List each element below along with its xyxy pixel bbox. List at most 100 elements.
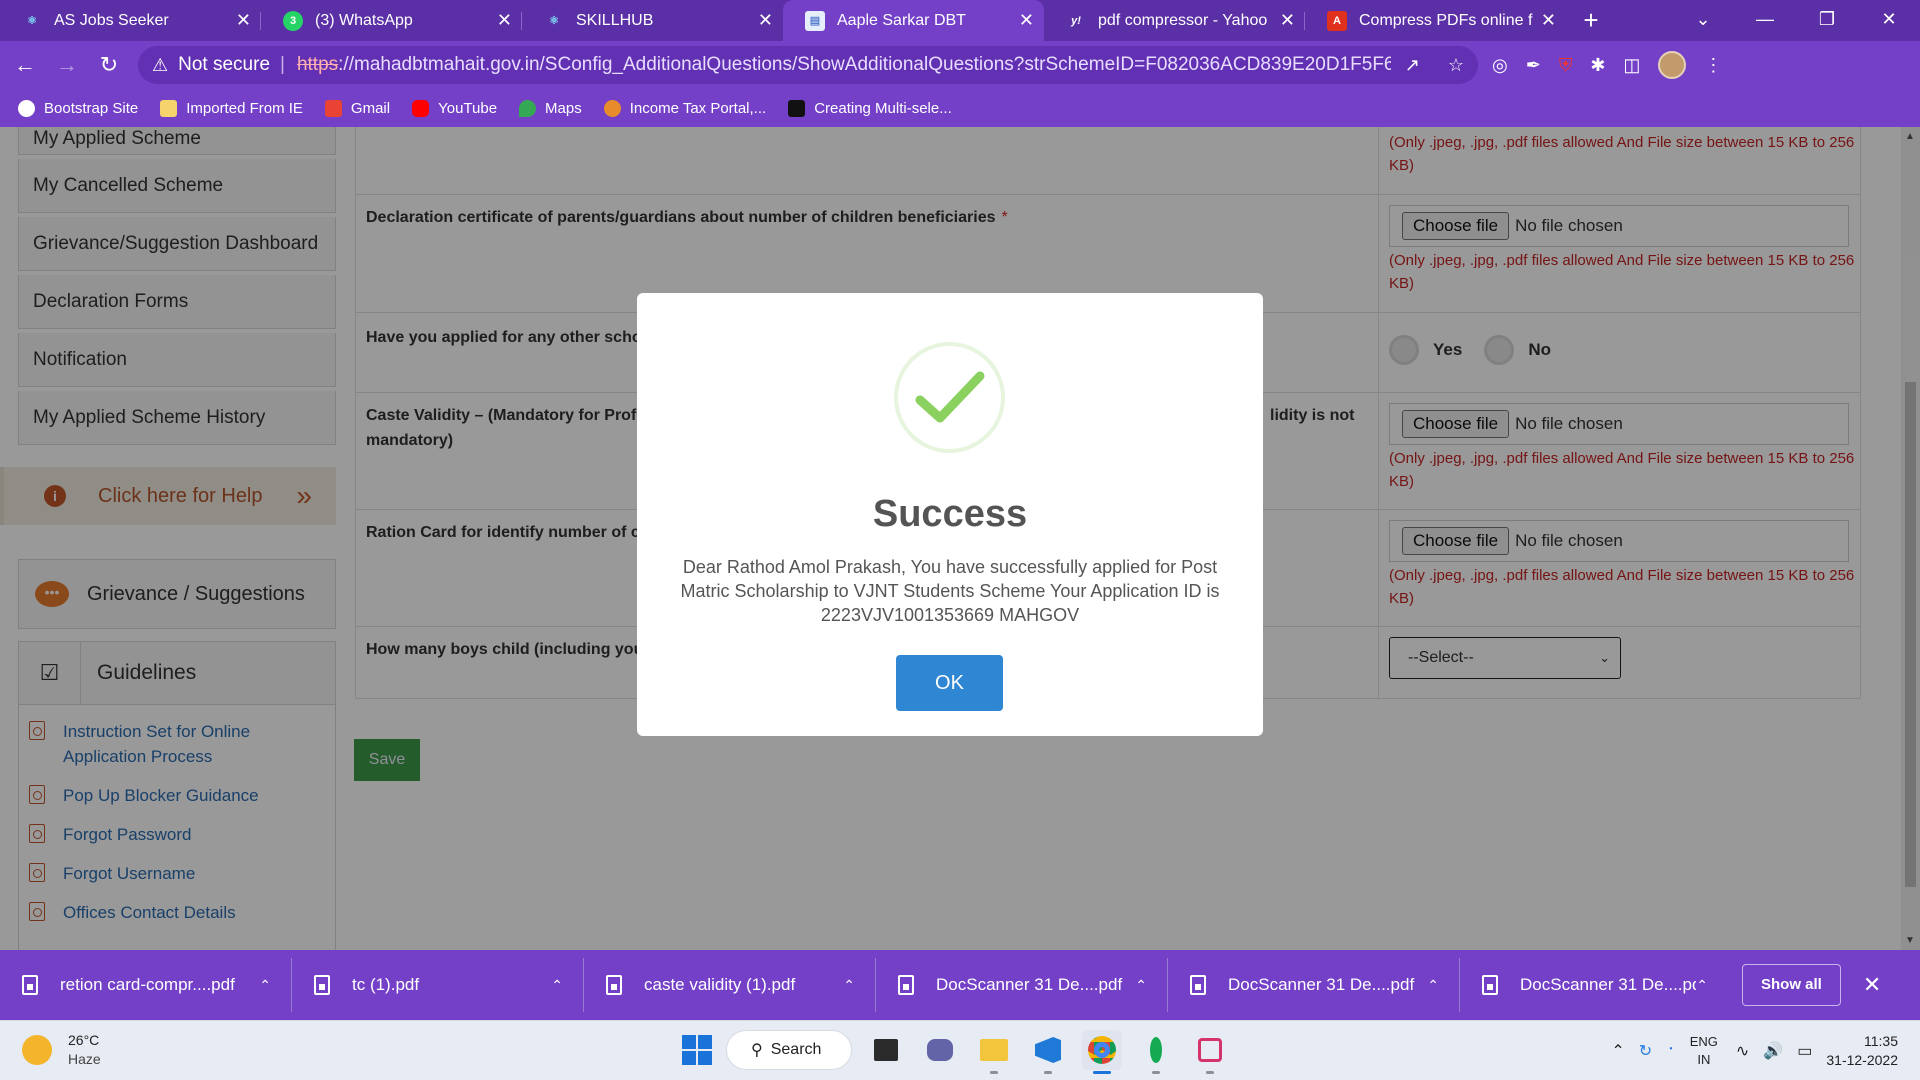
chevron-up-icon[interactable]: ⌃	[1427, 977, 1439, 994]
extensions-puzzle-icon[interactable]: ✱	[1590, 55, 1605, 76]
tab-skillhub[interactable]: ⚛ SKILLHUB ✕	[522, 0, 783, 41]
close-window-icon[interactable]: ✕	[1858, 0, 1920, 41]
extension-target-icon[interactable]: ◎	[1492, 55, 1508, 76]
download-item[interactable]: DocScanner 31 De....pdf ⌃	[876, 958, 1168, 1012]
teams-chat-icon[interactable]	[920, 1030, 960, 1070]
tab-as-jobs-seeker[interactable]: ⚛ AS Jobs Seeker ✕	[0, 0, 261, 41]
tab-search-icon[interactable]: ⌄	[1672, 0, 1734, 41]
tab-title: AS Jobs Seeker	[54, 11, 169, 29]
browser-tab-strip: ⚛ AS Jobs Seeker ✕ 3 (3) WhatsApp ✕ ⚛ SK…	[0, 0, 1920, 41]
extension-pen-icon[interactable]: ✒	[1526, 55, 1541, 76]
file-icon	[898, 975, 914, 995]
dialog-title: Success	[872, 493, 1028, 535]
file-icon	[22, 975, 38, 995]
bookmarks-bar: Bootstrap Site Imported From IE Gmail Yo…	[0, 89, 1920, 127]
sidepanel-icon[interactable]: ◫	[1623, 55, 1640, 76]
snipping-tool-icon[interactable]	[1190, 1030, 1230, 1074]
weather-widget[interactable]: 26°C Haze	[22, 1031, 101, 1069]
clock[interactable]: 11:35 31-12-2022	[1826, 1032, 1898, 1070]
omnibox[interactable]: ⚠ Not secure | https ://mahadbtmahait.go…	[138, 46, 1478, 84]
mongodb-compass-icon[interactable]	[1136, 1030, 1176, 1074]
close-tab-icon[interactable]: ✕	[758, 10, 773, 31]
bookmark-gmail[interactable]: Gmail	[324, 99, 390, 117]
show-all-button[interactable]: Show all	[1742, 964, 1841, 1006]
whatsapp-icon: 3	[283, 10, 303, 31]
search-icon: ⚲	[751, 1042, 763, 1059]
start-windows-icon[interactable]	[682, 1035, 712, 1065]
task-view-icon[interactable]	[866, 1030, 906, 1070]
react-icon: ⚛	[549, 15, 559, 27]
back-icon[interactable]: ←	[8, 52, 42, 78]
close-tab-icon[interactable]: ✕	[236, 10, 251, 31]
volume-icon[interactable]: 🔊	[1763, 1041, 1783, 1061]
weather-condition: Haze	[68, 1051, 101, 1067]
menu-kebab-icon[interactable]: ⋮	[1704, 55, 1722, 76]
download-item[interactable]: retion card-compr....pdf ⌃	[0, 958, 292, 1012]
close-downloads-icon[interactable]: ✕	[1863, 972, 1881, 998]
chevron-up-icon[interactable]: ⌃	[843, 977, 855, 994]
restore-icon[interactable]: ❐	[1796, 0, 1858, 41]
bookmark-youtube[interactable]: YouTube	[412, 99, 497, 117]
chevron-up-icon[interactable]: ⌃	[551, 977, 563, 994]
acrobat-icon: A	[1327, 10, 1347, 31]
security-label: Not secure	[178, 54, 271, 75]
file-icon	[314, 975, 330, 995]
extension-ublock-icon[interactable]: ⛨	[1559, 55, 1573, 76]
tab-compress-pdfs[interactable]: A Compress PDFs online for f ✕	[1305, 0, 1566, 41]
folder-icon	[160, 99, 178, 117]
bookmark-imported-from-ie[interactable]: Imported From IE	[160, 99, 303, 117]
weather-temperature: 26°C	[68, 1032, 100, 1048]
extensions-area: ◎ ✒ ⛨ ✱ ◫ ⋮	[1492, 51, 1722, 79]
bluetooth-icon[interactable]: ᛫	[1666, 1042, 1676, 1060]
file-icon	[606, 975, 622, 995]
clock-date: 31-12-2022	[1826, 1052, 1898, 1068]
taskbar-apps: ⚲ Search	[682, 1030, 1230, 1074]
chrome-icon[interactable]	[1082, 1030, 1122, 1074]
tab-yahoo-pdf-compressor[interactable]: y! pdf compressor - Yahoo Inc ✕	[1044, 0, 1305, 41]
sync-icon[interactable]: ↻	[1639, 1041, 1652, 1061]
language-indicator[interactable]: ENG IN	[1690, 1033, 1718, 1069]
battery-icon[interactable]: ▭	[1797, 1041, 1812, 1061]
window-controls: ⌄ — ❐ ✕	[1672, 0, 1920, 41]
new-tab-button[interactable]: +	[1566, 0, 1616, 41]
youtube-icon	[412, 99, 430, 117]
warning-icon: ⚠	[152, 54, 169, 75]
minimize-icon[interactable]: —	[1734, 0, 1796, 41]
windows-taskbar: 26°C Haze ⚲ Search ⌃ ↻ ᛫ ENG IN ∿ 🔊 ▭ 11:…	[0, 1020, 1920, 1080]
chevron-up-icon[interactable]: ⌃	[1611, 1041, 1624, 1061]
forward-icon[interactable]: →	[50, 52, 84, 78]
maps-icon	[519, 99, 537, 117]
file-icon	[1482, 975, 1498, 995]
vscode-icon[interactable]	[1028, 1030, 1068, 1074]
download-item[interactable]: caste validity (1).pdf ⌃	[584, 958, 876, 1012]
bookmark-creating-multi-select[interactable]: Creating Multi-sele...	[788, 99, 952, 117]
taskbar-search[interactable]: ⚲ Search	[726, 1030, 852, 1070]
chevron-up-icon[interactable]: ⌃	[1696, 977, 1708, 994]
close-tab-icon[interactable]: ✕	[1280, 10, 1295, 31]
download-item[interactable]: DocScanner 31 De....pdf ⌃	[1168, 958, 1460, 1012]
download-item[interactable]: DocScanner 31 De....pdf ⌃	[1460, 958, 1728, 1012]
close-tab-icon[interactable]: ✕	[1019, 10, 1034, 31]
url-text: ://mahadbtmahait.gov.in/SConfig_Addition…	[338, 54, 1391, 75]
close-tab-icon[interactable]: ✕	[497, 10, 512, 31]
tab-aaple-sarkar-dbt[interactable]: ▤ Aaple Sarkar DBT ✕	[783, 0, 1044, 41]
reload-icon[interactable]: ↻	[92, 52, 126, 78]
profile-avatar[interactable]	[1658, 51, 1687, 79]
dialog-message: Dear Rathod Amol Prakash, You have succe…	[680, 557, 1220, 625]
close-tab-icon[interactable]: ✕	[1541, 10, 1556, 31]
bookmark-star-icon[interactable]: ☆	[1448, 55, 1464, 76]
download-item[interactable]: tc (1).pdf ⌃	[292, 958, 584, 1012]
success-check-icon	[894, 342, 1005, 453]
share-icon[interactable]: ↗	[1405, 55, 1420, 76]
chevron-up-icon[interactable]: ⌃	[1135, 977, 1147, 994]
file-explorer-icon[interactable]	[974, 1030, 1014, 1074]
ok-button[interactable]: OK	[896, 655, 1003, 711]
wifi-icon[interactable]: ∿	[1736, 1041, 1749, 1061]
url-scheme: https	[296, 54, 339, 75]
tab-whatsapp[interactable]: 3 (3) WhatsApp ✕	[261, 0, 522, 41]
bookmark-maps[interactable]: Maps	[519, 99, 582, 117]
bookmark-income-tax-portal[interactable]: Income Tax Portal,...	[603, 99, 766, 117]
bookmark-bootstrap-site[interactable]: Bootstrap Site	[18, 99, 138, 117]
chevron-up-icon[interactable]: ⌃	[259, 977, 271, 994]
success-dialog: Success Dear Rathod Amol Prakash, You ha…	[637, 293, 1263, 736]
